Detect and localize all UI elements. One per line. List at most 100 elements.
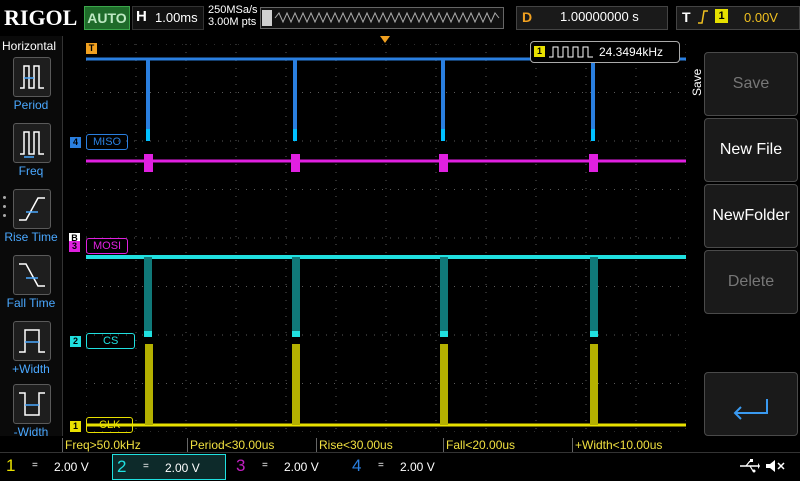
grid-dot bbox=[86, 372, 87, 373]
measurement-positive-width[interactable]: +Width<10.00us bbox=[572, 438, 685, 452]
trigger-position-marker[interactable] bbox=[380, 36, 390, 43]
grid-dot bbox=[435, 228, 437, 229]
grid-dot bbox=[486, 140, 487, 142]
grid-dot bbox=[185, 348, 187, 349]
grid-dot bbox=[278, 431, 279, 432]
grid-dot bbox=[235, 380, 237, 381]
measurement-period[interactable]: Period<30.00us bbox=[187, 438, 316, 452]
period-measure-button[interactable] bbox=[13, 57, 51, 97]
ch3-status[interactable]: 3 = 2.00 V bbox=[232, 454, 344, 478]
grid-dot bbox=[430, 431, 431, 432]
rise-time-measure-button[interactable] bbox=[13, 189, 51, 229]
ch4-marker[interactable]: 4 bbox=[70, 137, 81, 148]
measurement-rise[interactable]: Rise<30.00us bbox=[316, 438, 443, 452]
grid-dot bbox=[585, 92, 587, 93]
grid-dot bbox=[558, 92, 559, 93]
grid-dot bbox=[494, 383, 495, 384]
grid-dot bbox=[86, 404, 87, 405]
grid-dot bbox=[535, 212, 537, 213]
memory-overview-strip[interactable] bbox=[260, 7, 504, 29]
grid-dot bbox=[262, 286, 263, 287]
measurement-fall[interactable]: Fall<20.00us bbox=[443, 438, 572, 452]
grid-dot bbox=[398, 237, 399, 239]
save-button[interactable]: Save bbox=[704, 52, 798, 116]
grid-dot bbox=[454, 431, 455, 432]
grid-dot bbox=[335, 388, 337, 389]
ch1-level-marker-top[interactable]: T bbox=[86, 43, 97, 54]
grid-dot bbox=[678, 189, 679, 190]
new-folder-button[interactable]: NewFolder bbox=[704, 184, 798, 248]
grid-dot bbox=[235, 212, 237, 213]
grid-dot bbox=[86, 116, 87, 117]
grid-dot bbox=[510, 383, 511, 384]
measurement-freq[interactable]: Freq>50.0kHz bbox=[62, 438, 187, 452]
grid-dot bbox=[126, 286, 127, 287]
grid-dot bbox=[206, 44, 207, 45]
grid-dot bbox=[385, 196, 387, 197]
ch2-name-label[interactable]: CS bbox=[86, 333, 136, 349]
grid-dot bbox=[310, 334, 311, 336]
speaker-muted-icon[interactable] bbox=[764, 458, 786, 474]
ch3-marker[interactable]: 3 bbox=[69, 241, 80, 252]
grid-dot bbox=[235, 388, 237, 389]
grid-dot bbox=[635, 332, 637, 333]
fall-time-measure-button[interactable] bbox=[13, 255, 51, 295]
grid-dot bbox=[135, 124, 137, 125]
grid-dot bbox=[185, 148, 187, 149]
grid-dot bbox=[135, 428, 137, 429]
run-mode-badge[interactable]: AUTO bbox=[84, 6, 130, 30]
ch2-status[interactable]: 2 = 2.00 V bbox=[112, 454, 226, 480]
ch4-coupling-icon: = bbox=[378, 460, 384, 471]
grid-dot bbox=[285, 204, 287, 205]
grid-dot bbox=[670, 237, 671, 239]
grid-dot bbox=[294, 189, 295, 190]
grid-dot bbox=[262, 92, 263, 93]
grid-dot bbox=[635, 252, 637, 253]
grid-dot bbox=[102, 383, 103, 384]
grid-dot bbox=[598, 431, 599, 432]
grid-dot bbox=[86, 308, 87, 309]
grid-dot bbox=[446, 189, 447, 190]
delete-button[interactable]: Delete bbox=[704, 250, 798, 314]
grid-dot bbox=[350, 140, 351, 142]
grid-dot bbox=[302, 44, 303, 45]
grid-dot bbox=[485, 116, 487, 117]
waveform-display[interactable] bbox=[86, 44, 686, 432]
grid-dot bbox=[286, 189, 287, 190]
trigger-box[interactable] bbox=[676, 6, 800, 30]
grid-dot bbox=[385, 292, 387, 293]
grid-dot bbox=[638, 237, 639, 239]
freq-measure-button[interactable] bbox=[13, 123, 51, 163]
usb-icon bbox=[740, 459, 760, 473]
grid-dot bbox=[478, 44, 479, 45]
grid-dot bbox=[635, 316, 637, 317]
positive-width-measure-button[interactable] bbox=[13, 321, 51, 361]
ch2-marker[interactable]: 2 bbox=[70, 336, 81, 347]
ch1-marker[interactable]: 1 bbox=[70, 421, 81, 432]
ch4-status[interactable]: 4 = 2.00 V bbox=[348, 454, 460, 478]
grid-dot bbox=[558, 237, 559, 239]
grid-dot bbox=[190, 383, 191, 384]
back-button[interactable] bbox=[704, 372, 798, 436]
ch1-name-label[interactable]: CLK bbox=[86, 417, 134, 433]
grid-dot bbox=[335, 348, 337, 349]
negative-width-measure-button[interactable] bbox=[13, 384, 51, 424]
ch3-name-label[interactable]: MOSI bbox=[86, 238, 129, 254]
grid-dot bbox=[86, 188, 87, 189]
ch4-name-label[interactable]: MISO bbox=[86, 134, 129, 150]
grid-dot bbox=[214, 140, 215, 142]
grid-dot bbox=[422, 383, 423, 384]
grid-dot bbox=[526, 383, 527, 384]
grid-dot bbox=[102, 189, 103, 190]
grid-dot bbox=[135, 244, 137, 245]
grid-dot bbox=[385, 188, 387, 189]
grid-dot bbox=[235, 420, 237, 421]
ch1-status[interactable]: 1 = 2.00 V bbox=[2, 454, 114, 478]
grid-dot bbox=[222, 383, 223, 384]
grid-dot bbox=[502, 189, 503, 190]
grid-dot bbox=[135, 236, 137, 237]
grid-dot bbox=[462, 189, 463, 190]
delay-value: 1.00000000 s bbox=[560, 9, 639, 24]
grid-dot bbox=[422, 334, 423, 336]
new-file-button[interactable]: New File bbox=[704, 118, 798, 182]
